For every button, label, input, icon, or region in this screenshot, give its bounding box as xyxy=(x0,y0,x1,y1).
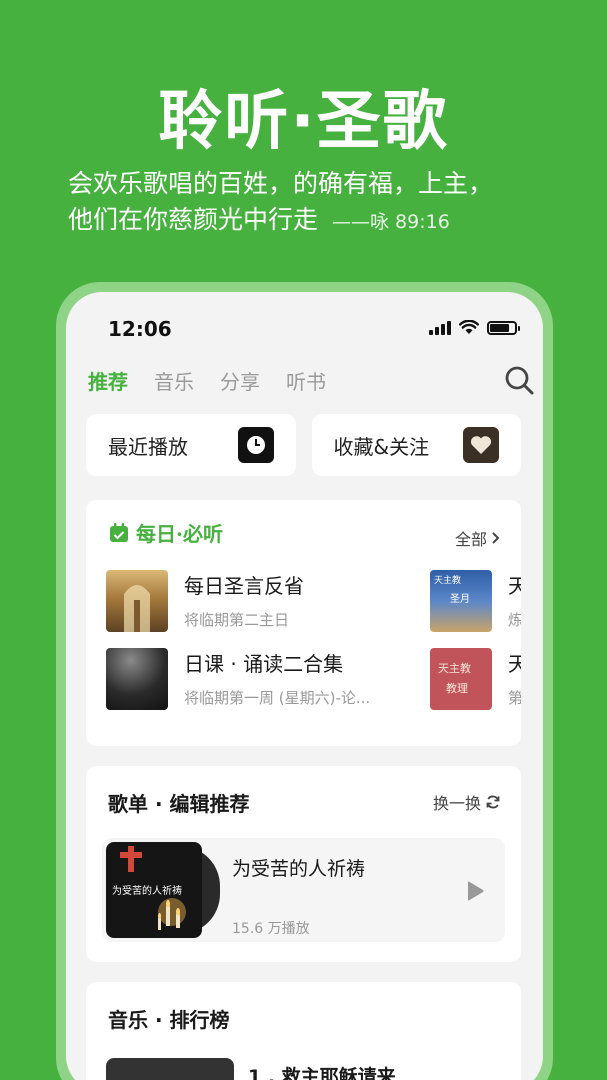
status-time: 12:06 xyxy=(108,317,172,341)
quick-links: 最近播放 收藏&关注 xyxy=(86,414,521,476)
daily-section: 每日·必听 全部 每日圣言反省 将临期第二主日 日课 · 诵读二合集 将临期第一… xyxy=(86,500,521,746)
section-title: 歌单 · 编辑推荐 xyxy=(108,792,250,816)
verse-line-2-text: 他们在你慈颜光中行走 xyxy=(68,205,319,234)
item-subtitle: 将临期第一周 (星期六)-论... xyxy=(184,689,371,707)
item-title: 日课 · 诵读二合集 xyxy=(184,652,344,676)
daily-item[interactable]: 天主教 教理 天 第 xyxy=(430,648,521,710)
basilica-thumbnail: 天主教 圣月 xyxy=(430,570,492,632)
chart-thumbnail xyxy=(106,1058,234,1080)
thumbnail-label: 圣月 xyxy=(450,594,470,605)
favorites-label: 收藏&关注 xyxy=(333,434,430,459)
refresh-button[interactable]: 换一换 xyxy=(433,790,501,814)
daily-item[interactable]: 每日圣言反省 将临期第二主日 xyxy=(106,570,304,632)
wifi-icon xyxy=(459,320,479,334)
playlist-title: 为受苦的人祈祷 xyxy=(232,858,366,880)
calendar-icon xyxy=(110,522,128,542)
tab-share[interactable]: 分享 xyxy=(220,366,260,395)
chart-first-item[interactable]: 1 . 救主耶稣请来 xyxy=(248,1062,396,1080)
recent-play-button[interactable]: 最近播放 xyxy=(86,414,296,476)
promo-verse: 会欢乐歌唱的百姓，的确有福，上主， 他们在你慈颜光中行走 ——咏 89:16 xyxy=(68,166,493,240)
play-icon[interactable] xyxy=(465,880,485,902)
item-title: 天 xyxy=(508,574,521,598)
thumbnail-label: 教理 xyxy=(446,682,468,695)
thumbnail-label: 天主教 xyxy=(434,576,462,586)
tab-recommend[interactable]: 推荐 xyxy=(88,366,128,395)
status-bar: 12:06 xyxy=(66,292,543,362)
editor-picks-section: 歌单 · 编辑推荐 换一换 为受苦的人祈祷 为受苦的人祈祷 15.6 万播放 xyxy=(86,766,521,962)
cathedral-thumbnail xyxy=(106,570,168,632)
refresh-icon xyxy=(486,795,500,809)
daily-title: 每日·必听 xyxy=(136,522,223,546)
section-title: 音乐 · 排行榜 xyxy=(108,1008,230,1032)
item-title: 每日圣言反省 xyxy=(184,574,304,598)
phone-screen: 12:06 推荐 音乐 分享 听书 最近播放 收藏&关注 每日·必听 全部 每日… xyxy=(66,292,543,1080)
church-interior-thumbnail xyxy=(106,648,168,710)
see-all-link[interactable]: 全部 xyxy=(455,526,501,550)
see-all-label: 全部 xyxy=(454,530,487,549)
playlist-cover: 为受苦的人祈祷 xyxy=(106,842,202,938)
battery-icon xyxy=(487,321,520,335)
status-icons xyxy=(429,320,520,335)
catechism-thumbnail: 天主教 教理 xyxy=(430,648,492,710)
refresh-label: 换一换 xyxy=(432,794,481,813)
tab-music[interactable]: 音乐 xyxy=(154,366,194,395)
item-subtitle: 炼 xyxy=(508,611,521,629)
item-subtitle: 将临期第二主日 xyxy=(184,611,290,629)
daily-item[interactable]: 日课 · 诵读二合集 将临期第一周 (星期六)-论... xyxy=(106,648,370,710)
tab-audiobook[interactable]: 听书 xyxy=(286,366,326,395)
promo-title: 聆听·圣歌 xyxy=(158,85,449,159)
item-subtitle: 第 xyxy=(508,689,521,707)
item-title: 天 xyxy=(508,652,521,676)
play-count: 15.6 万播放 xyxy=(232,921,310,937)
charts-section: 音乐 · 排行榜 1 . 救主耶稣请来 xyxy=(86,982,521,1080)
clock-icon xyxy=(237,427,274,463)
tab-bar: 推荐 音乐 分享 听书 xyxy=(88,366,326,395)
verse-line-2: 他们在你慈颜光中行走 ——咏 89:16 xyxy=(68,202,493,240)
verse-line-1: 会欢乐歌唱的百姓，的确有福，上主， xyxy=(68,169,494,198)
favorites-button[interactable]: 收藏&关注 xyxy=(311,414,521,476)
cover-text: 为受苦的人祈祷 xyxy=(112,886,182,897)
recent-play-label: 最近播放 xyxy=(108,434,188,459)
thumbnail-label: 天主教 xyxy=(438,662,471,675)
signal-icon xyxy=(429,321,451,335)
verse-reference: ——咏 89:16 xyxy=(332,211,450,233)
playlist-card[interactable]: 为受苦的人祈祷 为受苦的人祈祷 15.6 万播放 xyxy=(102,838,505,942)
daily-item[interactable]: 天主教 圣月 天 炼 xyxy=(430,570,521,632)
search-icon[interactable] xyxy=(503,364,535,396)
daily-header: 每日·必听 xyxy=(108,518,223,547)
chevron-right-icon xyxy=(492,532,500,544)
heart-icon xyxy=(463,427,499,463)
